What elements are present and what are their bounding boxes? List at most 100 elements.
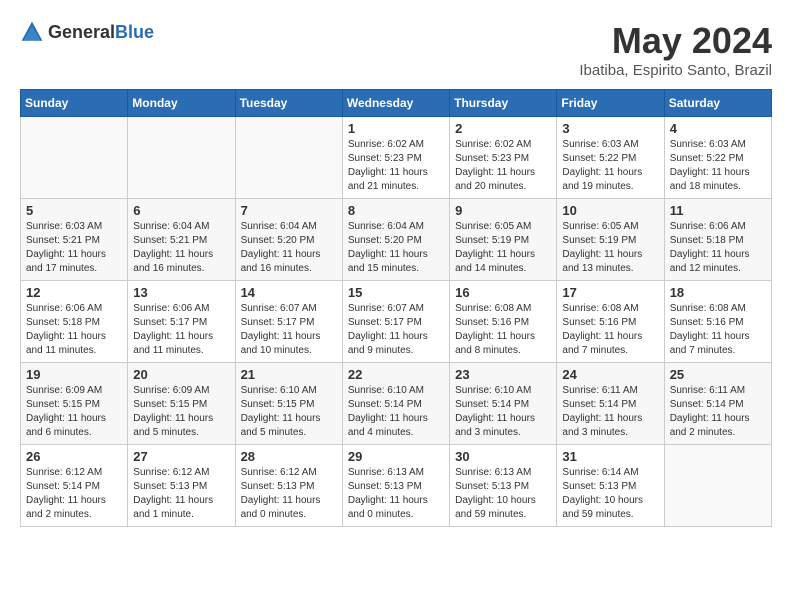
day-info: Sunrise: 6:07 AM Sunset: 5:17 PM Dayligh…: [348, 302, 444, 358]
day-info: Sunrise: 6:12 AM Sunset: 5:13 PM Dayligh…: [133, 466, 229, 522]
day-number: 26: [26, 449, 122, 464]
title-block: May 2024 Ibatiba, Espirito Santo, Brazil: [579, 20, 772, 79]
day-number: 29: [348, 449, 444, 464]
day-number: 4: [670, 121, 766, 136]
calendar-cell: [21, 117, 128, 199]
day-number: 19: [26, 367, 122, 382]
day-info: Sunrise: 6:10 AM Sunset: 5:15 PM Dayligh…: [241, 384, 337, 440]
day-number: 5: [26, 203, 122, 218]
calendar-cell: 26 Sunrise: 6:12 AM Sunset: 5:14 PM Dayli…: [21, 445, 128, 527]
day-of-week-header: Thursday: [450, 90, 557, 117]
day-number: 31: [562, 449, 658, 464]
day-number: 18: [670, 285, 766, 300]
day-number: 14: [241, 285, 337, 300]
day-info: Sunrise: 6:13 AM Sunset: 5:13 PM Dayligh…: [348, 466, 444, 522]
calendar-cell: 18 Sunrise: 6:08 AM Sunset: 5:16 PM Dayli…: [664, 281, 771, 363]
day-number: 21: [241, 367, 337, 382]
day-info: Sunrise: 6:11 AM Sunset: 5:14 PM Dayligh…: [562, 384, 658, 440]
day-number: 13: [133, 285, 229, 300]
calendar-cell: 3Sunrise: 6:03 AM Sunset: 5:22 PM Daylig…: [557, 117, 664, 199]
calendar-cell: 17 Sunrise: 6:08 AM Sunset: 5:16 PM Dayli…: [557, 281, 664, 363]
calendar-cell: 16Sunrise: 6:08 AM Sunset: 5:16 PM Dayli…: [450, 281, 557, 363]
day-info: Sunrise: 6:08 AM Sunset: 5:16 PM Dayligh…: [562, 302, 658, 358]
calendar-cell: 7Sunrise: 6:04 AM Sunset: 5:20 PM Daylig…: [235, 199, 342, 281]
day-of-week-header: Wednesday: [342, 90, 449, 117]
calendar-cell: 25 Sunrise: 6:11 AM Sunset: 5:14 PM Dayli…: [664, 363, 771, 445]
calendar-table: SundayMondayTuesdayWednesdayThursdayFrid…: [20, 89, 772, 527]
calendar-cell: 6Sunrise: 6:04 AM Sunset: 5:21 PM Daylig…: [128, 199, 235, 281]
day-number: 27: [133, 449, 229, 464]
day-number: 16: [455, 285, 551, 300]
day-number: 25: [670, 367, 766, 382]
calendar-cell: 8 Sunrise: 6:04 AM Sunset: 5:20 PM Daylig…: [342, 199, 449, 281]
day-info: Sunrise: 6:09 AM Sunset: 5:15 PM Dayligh…: [133, 384, 229, 440]
logo-blue: Blue: [115, 22, 154, 42]
calendar-cell: 22 Sunrise: 6:10 AM Sunset: 5:14 PM Dayli…: [342, 363, 449, 445]
calendar-cell: 5 Sunrise: 6:03 AM Sunset: 5:21 PM Daylig…: [21, 199, 128, 281]
day-number: 9: [455, 203, 551, 218]
calendar-cell: 24 Sunrise: 6:11 AM Sunset: 5:14 PM Dayli…: [557, 363, 664, 445]
day-info: Sunrise: 6:07 AM Sunset: 5:17 PM Dayligh…: [241, 302, 337, 358]
day-info: Sunrise: 6:09 AM Sunset: 5:15 PM Dayligh…: [26, 384, 122, 440]
day-info: Sunrise: 6:12 AM Sunset: 5:13 PM Dayligh…: [241, 466, 337, 522]
calendar-header: SundayMondayTuesdayWednesdayThursdayFrid…: [21, 90, 772, 117]
day-info: Sunrise: 6:10 AM Sunset: 5:14 PM Dayligh…: [455, 384, 551, 440]
calendar-cell: 14 Sunrise: 6:07 AM Sunset: 5:17 PM Dayli…: [235, 281, 342, 363]
day-info: Sunrise: 6:04 AM Sunset: 5:20 PM Dayligh…: [241, 220, 337, 276]
day-info: Sunrise: 6:04 AM Sunset: 5:20 PM Dayligh…: [348, 220, 444, 276]
day-of-week-header: Saturday: [664, 90, 771, 117]
day-of-week-header: Monday: [128, 90, 235, 117]
calendar-cell: 12 Sunrise: 6:06 AM Sunset: 5:18 PM Dayli…: [21, 281, 128, 363]
day-of-week-header: Friday: [557, 90, 664, 117]
calendar-cell: 23Sunrise: 6:10 AM Sunset: 5:14 PM Dayli…: [450, 363, 557, 445]
calendar-week-row: 26 Sunrise: 6:12 AM Sunset: 5:14 PM Dayli…: [21, 445, 772, 527]
day-info: Sunrise: 6:05 AM Sunset: 5:19 PM Dayligh…: [562, 220, 658, 276]
calendar-week-row: 5 Sunrise: 6:03 AM Sunset: 5:21 PM Daylig…: [21, 199, 772, 281]
day-info: Sunrise: 6:10 AM Sunset: 5:14 PM Dayligh…: [348, 384, 444, 440]
day-number: 11: [670, 203, 766, 218]
day-number: 12: [26, 285, 122, 300]
calendar-week-row: 12 Sunrise: 6:06 AM Sunset: 5:18 PM Dayli…: [21, 281, 772, 363]
day-number: 15: [348, 285, 444, 300]
day-number: 28: [241, 449, 337, 464]
calendar-cell: 11 Sunrise: 6:06 AM Sunset: 5:18 PM Dayli…: [664, 199, 771, 281]
calendar-week-row: 19 Sunrise: 6:09 AM Sunset: 5:15 PM Dayli…: [21, 363, 772, 445]
day-info: Sunrise: 6:06 AM Sunset: 5:18 PM Dayligh…: [26, 302, 122, 358]
day-number: 24: [562, 367, 658, 382]
page-header: GeneralBlue May 2024 Ibatiba, Espirito S…: [20, 20, 772, 79]
day-info: Sunrise: 6:06 AM Sunset: 5:18 PM Dayligh…: [670, 220, 766, 276]
day-info: Sunrise: 6:06 AM Sunset: 5:17 PM Dayligh…: [133, 302, 229, 358]
day-info: Sunrise: 6:03 AM Sunset: 5:22 PM Dayligh…: [562, 138, 658, 194]
day-number: 2: [455, 121, 551, 136]
calendar-cell: 28 Sunrise: 6:12 AM Sunset: 5:13 PM Dayli…: [235, 445, 342, 527]
calendar-cell: 19 Sunrise: 6:09 AM Sunset: 5:15 PM Dayli…: [21, 363, 128, 445]
calendar-body: 1Sunrise: 6:02 AM Sunset: 5:23 PM Daylig…: [21, 117, 772, 527]
day-of-week-header: Tuesday: [235, 90, 342, 117]
calendar-cell: 4 Sunrise: 6:03 AM Sunset: 5:22 PM Daylig…: [664, 117, 771, 199]
calendar-cell: 27 Sunrise: 6:12 AM Sunset: 5:13 PM Dayli…: [128, 445, 235, 527]
calendar-cell: [664, 445, 771, 527]
day-info: Sunrise: 6:13 AM Sunset: 5:13 PM Dayligh…: [455, 466, 551, 522]
logo-general: General: [48, 22, 115, 42]
day-info: Sunrise: 6:04 AM Sunset: 5:21 PM Dayligh…: [133, 220, 229, 276]
calendar-cell: 21 Sunrise: 6:10 AM Sunset: 5:15 PM Dayli…: [235, 363, 342, 445]
calendar-cell: [128, 117, 235, 199]
day-info: Sunrise: 6:11 AM Sunset: 5:14 PM Dayligh…: [670, 384, 766, 440]
calendar-cell: 15 Sunrise: 6:07 AM Sunset: 5:17 PM Dayli…: [342, 281, 449, 363]
logo-icon: [20, 20, 44, 44]
month-year-title: May 2024: [579, 20, 772, 62]
calendar-cell: [235, 117, 342, 199]
day-info: Sunrise: 6:03 AM Sunset: 5:22 PM Dayligh…: [670, 138, 766, 194]
day-number: 22: [348, 367, 444, 382]
calendar-cell: 2Sunrise: 6:02 AM Sunset: 5:23 PM Daylig…: [450, 117, 557, 199]
day-info: Sunrise: 6:03 AM Sunset: 5:21 PM Dayligh…: [26, 220, 122, 276]
day-info: Sunrise: 6:08 AM Sunset: 5:16 PM Dayligh…: [670, 302, 766, 358]
calendar-cell: 13 Sunrise: 6:06 AM Sunset: 5:17 PM Dayli…: [128, 281, 235, 363]
day-number: 8: [348, 203, 444, 218]
day-info: Sunrise: 6:12 AM Sunset: 5:14 PM Dayligh…: [26, 466, 122, 522]
calendar-cell: 31Sunrise: 6:14 AM Sunset: 5:13 PM Dayli…: [557, 445, 664, 527]
day-number: 17: [562, 285, 658, 300]
logo: GeneralBlue: [20, 20, 154, 44]
calendar-week-row: 1Sunrise: 6:02 AM Sunset: 5:23 PM Daylig…: [21, 117, 772, 199]
day-info: Sunrise: 6:05 AM Sunset: 5:19 PM Dayligh…: [455, 220, 551, 276]
